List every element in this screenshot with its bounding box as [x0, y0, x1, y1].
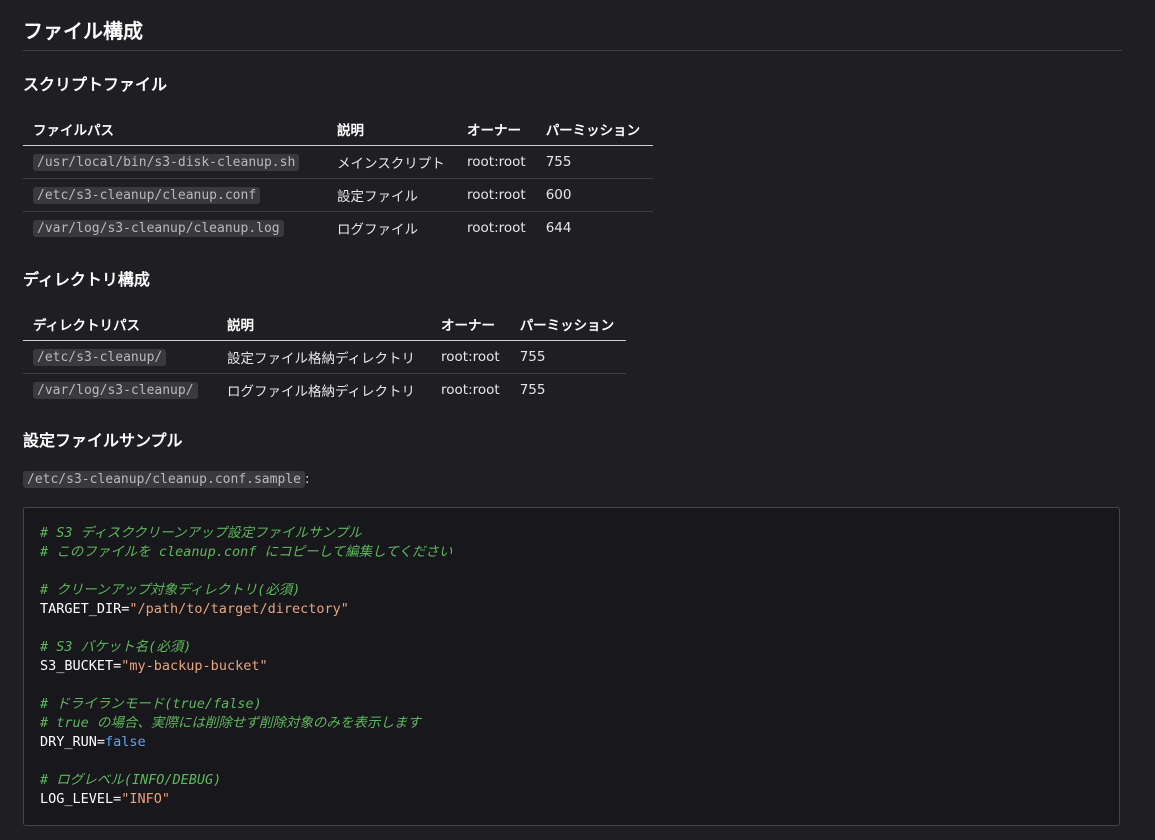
config-code-block[interactable]: # S3 ディスククリーンアップ設定ファイルサンプル # このファイルを clea…	[23, 507, 1120, 826]
column-header: オーナー	[431, 308, 510, 341]
path-cell: /etc/s3-cleanup/cleanup.conf	[23, 178, 327, 212]
permission-cell: 644	[545, 220, 572, 236]
permission-cell: 755	[509, 340, 626, 374]
column-header: ディレクトリパス	[23, 308, 217, 341]
description-cell: メインスクリプト	[327, 145, 457, 179]
description-cell: ログファイル格納ディレクトリ	[227, 384, 416, 400]
scripts-heading: スクリプトファイル	[23, 75, 168, 94]
description-cell: 設定ファイル格納ディレクトリ	[217, 340, 431, 374]
title-divider	[23, 50, 1122, 51]
column-header: パーミッション	[535, 113, 653, 146]
directory-path: /var/log/s3-cleanup/	[33, 382, 198, 399]
path-cell: /var/log/s3-cleanup/	[23, 374, 217, 407]
code-keyword: false	[105, 734, 146, 750]
code-string: "my-backup-bucket"	[121, 658, 268, 674]
table-row: /etc/s3-cleanup/cleanup.conf 設定ファイル root…	[23, 178, 653, 212]
code-comment: # このファイルを cleanup.conf にコピーして編集してください	[40, 544, 453, 560]
sample-heading: 設定ファイルサンプル	[23, 431, 183, 450]
file-path: /var/log/s3-cleanup/cleanup.log	[33, 220, 284, 237]
code-comment: # ドライランモード(true/false)	[40, 696, 262, 712]
code-line-target-dir: TARGET_DIR="/path/to/target/directory"	[40, 600, 1103, 619]
file-path: /etc/s3-cleanup/cleanup.conf	[33, 187, 261, 204]
code-string: "INFO"	[121, 791, 171, 807]
owner-cell: root:root	[457, 178, 536, 212]
column-header: ファイルパス	[23, 113, 327, 146]
owner-cell: root:root	[431, 340, 510, 374]
description-cell: 設定ファイル	[327, 178, 457, 212]
code-comment: # S3 ディスククリーンアップ設定ファイルサンプル	[40, 525, 362, 541]
path-cell: /etc/s3-cleanup/	[23, 340, 217, 374]
code-key: DRY_RUN=	[40, 734, 106, 750]
column-header: 説明	[327, 113, 457, 146]
scripts-table: ファイルパス 説明 オーナー パーミッション /usr/local/bin/s3…	[23, 113, 653, 244]
permission-cell: 600	[535, 178, 653, 212]
column-header: パーミッション	[509, 308, 626, 341]
column-header: 説明	[217, 308, 431, 341]
code-comment: # クリーンアップ対象ディレクトリ(必須)	[40, 582, 301, 598]
table-row: /usr/local/bin/s3-disk-cleanup.sh メインスクリ…	[23, 145, 653, 179]
owner-cell: root:root	[467, 220, 526, 236]
table-header-row: ディレクトリパス 説明 オーナー パーミッション	[23, 308, 626, 341]
dirs-heading: ディレクトリ構成	[23, 270, 150, 289]
code-line-log-level: LOG_LEVEL="INFO"	[40, 790, 1103, 809]
file-path: /usr/local/bin/s3-disk-cleanup.sh	[33, 154, 300, 171]
code-string: "/path/to/target/directory"	[129, 601, 349, 617]
code-line-s3-bucket: S3_BUCKET="my-backup-bucket"	[40, 657, 1103, 676]
code-comment: # S3 バケット名(必須)	[40, 639, 192, 655]
permission-cell: 755	[535, 145, 653, 179]
owner-cell: root:root	[441, 382, 500, 398]
column-header: オーナー	[457, 113, 536, 146]
description-cell: ログファイル	[337, 222, 418, 238]
sample-path-colon: :	[304, 472, 310, 487]
sample-path-line: /etc/s3-cleanup/cleanup.conf.sample:	[23, 471, 309, 489]
code-comment: # true の場合、実際には削除せず削除対象のみを表示します	[40, 715, 421, 731]
table-header-row: ファイルパス 説明 オーナー パーミッション	[23, 113, 653, 146]
code-key: LOG_LEVEL=	[40, 791, 122, 807]
code-key: TARGET_DIR=	[40, 601, 130, 617]
table-row: /var/log/s3-cleanup/cleanup.log ログファイル r…	[23, 212, 653, 245]
directory-path: /etc/s3-cleanup/	[33, 349, 167, 366]
permission-cell: 755	[519, 382, 546, 398]
table-row: /etc/s3-cleanup/ 設定ファイル格納ディレクトリ root:roo…	[23, 340, 626, 374]
table-row: /var/log/s3-cleanup/ ログファイル格納ディレクトリ root…	[23, 374, 626, 407]
dirs-table: ディレクトリパス 説明 オーナー パーミッション /etc/s3-cleanup…	[23, 308, 626, 406]
owner-cell: root:root	[457, 145, 536, 179]
path-cell: /usr/local/bin/s3-disk-cleanup.sh	[23, 145, 327, 179]
sample-file-path: /etc/s3-cleanup/cleanup.conf.sample	[23, 471, 305, 488]
code-comment: # ログレベル(INFO/DEBUG)	[40, 772, 222, 788]
code-line-dry-run: DRY_RUN=false	[40, 733, 1103, 752]
page-title: ファイル構成	[23, 19, 143, 43]
code-key: S3_BUCKET=	[40, 658, 122, 674]
path-cell: /var/log/s3-cleanup/cleanup.log	[23, 212, 327, 245]
